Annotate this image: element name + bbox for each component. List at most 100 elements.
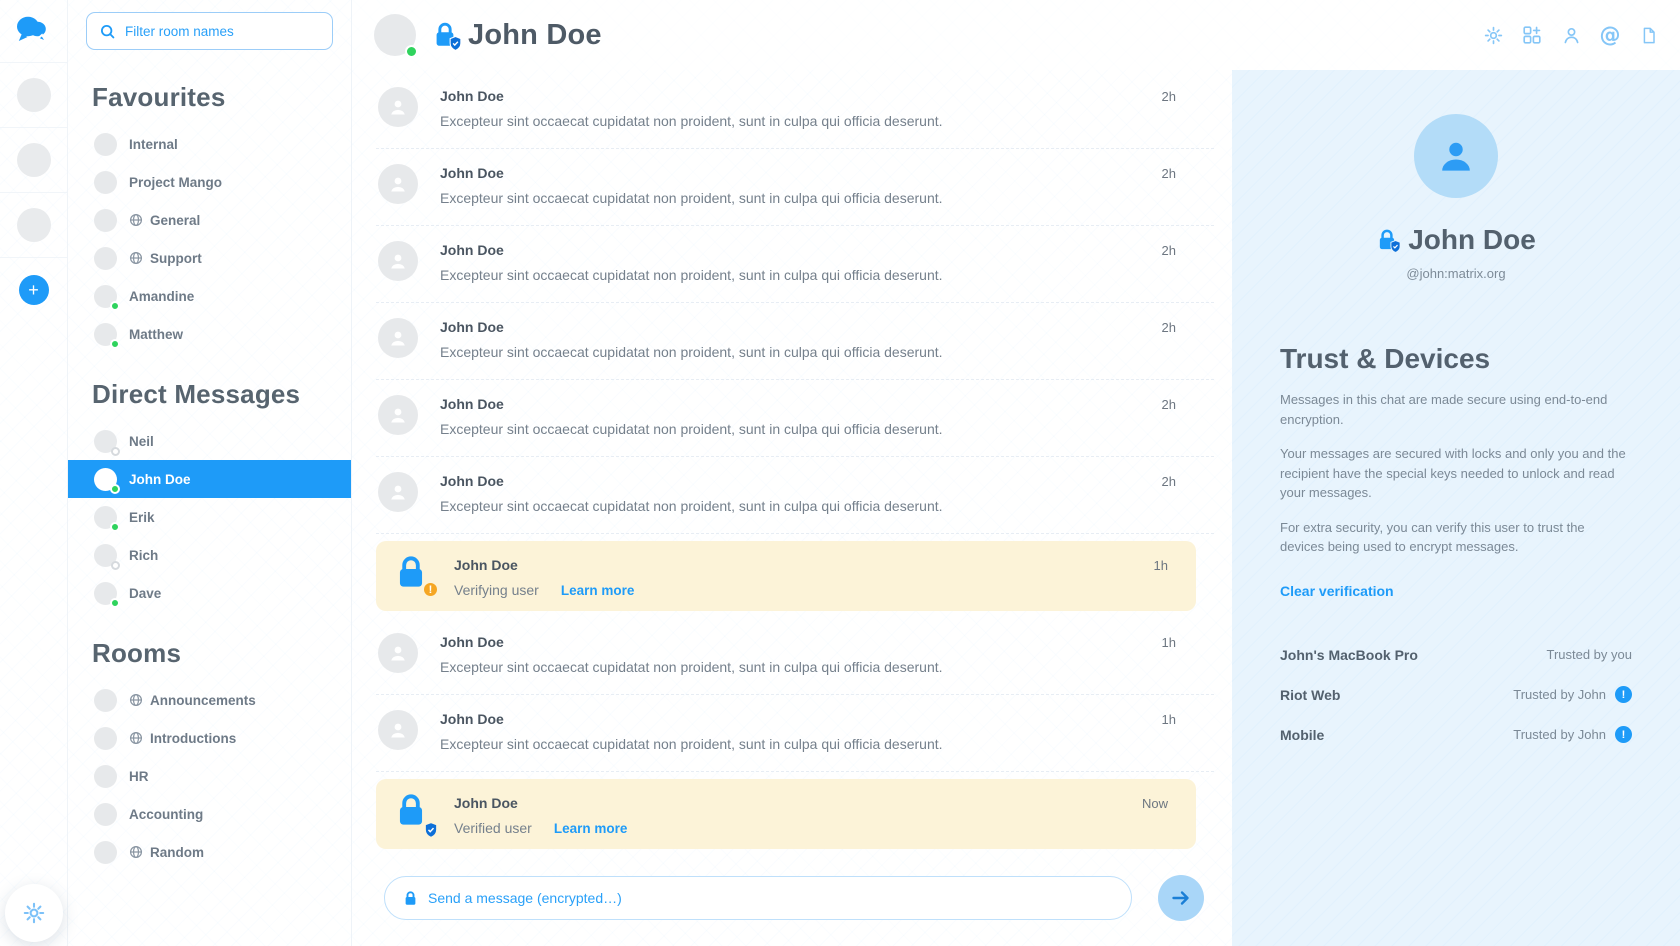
- presence-offline-dot: [111, 447, 120, 456]
- community-avatar-2[interactable]: [0, 127, 67, 192]
- members-button[interactable]: [1560, 24, 1582, 46]
- sidebar-item-general[interactable]: General: [68, 201, 351, 239]
- app-window: + Favourites Internal: [0, 0, 1680, 946]
- trust-paragraph: For extra security, you can verify this …: [1280, 518, 1632, 557]
- room-header: John Doe @: [352, 0, 1680, 70]
- verification-status: Verifying user: [454, 582, 539, 598]
- room-filter-input[interactable]: [125, 24, 320, 39]
- warning-badge-icon: !: [422, 581, 439, 598]
- learn-more-link[interactable]: Learn more: [561, 583, 635, 598]
- gear-icon: [22, 901, 46, 925]
- message-row[interactable]: John Doe Excepteur sint occaecat cupidat…: [376, 457, 1214, 534]
- add-community-button[interactable]: +: [19, 275, 49, 305]
- learn-more-link[interactable]: Learn more: [554, 821, 628, 836]
- avatar: [94, 544, 117, 567]
- at-icon: @: [1600, 23, 1621, 47]
- globe-icon: [129, 693, 143, 707]
- message-timestamp: 2h: [1162, 166, 1176, 181]
- avatar: [378, 710, 418, 750]
- presence-online-dot: [110, 598, 120, 608]
- sidebar-item-random[interactable]: Random: [68, 833, 351, 871]
- message-timestamp: 2h: [1162, 474, 1176, 489]
- sidebar-item-hr[interactable]: HR: [68, 757, 351, 795]
- message-row[interactable]: John Doe Excepteur sint occaecat cupidat…: [376, 72, 1214, 149]
- info-icon[interactable]: !: [1615, 726, 1632, 743]
- avatar: [94, 582, 117, 605]
- sidebar-item-accounting[interactable]: Accounting: [68, 795, 351, 833]
- message-row[interactable]: John Doe Excepteur sint occaecat cupidat…: [376, 303, 1214, 380]
- room-label: Random: [150, 845, 204, 860]
- avatar: [94, 171, 117, 194]
- device-name: Riot Web: [1280, 687, 1340, 703]
- avatar: [378, 241, 418, 281]
- section-title-direct-messages: Direct Messages: [68, 353, 351, 422]
- send-button[interactable]: [1158, 875, 1204, 921]
- app-logo[interactable]: [0, 0, 67, 62]
- sidebar-item-neil[interactable]: Neil: [68, 422, 351, 460]
- avatar: [94, 285, 117, 308]
- message-row[interactable]: John Doe Excepteur sint occaecat cupidat…: [376, 618, 1214, 695]
- message-list[interactable]: John Doe Excepteur sint occaecat cupidat…: [352, 70, 1232, 858]
- message-timestamp: 1h: [1162, 635, 1176, 650]
- add-widget-button[interactable]: [1521, 24, 1543, 46]
- sidebar-item-erik[interactable]: Erik: [68, 498, 351, 536]
- plus-icon: +: [28, 280, 39, 300]
- room-filter-box: [86, 12, 333, 50]
- search-icon: [99, 23, 116, 40]
- clear-verification-link[interactable]: Clear verification: [1280, 583, 1394, 599]
- avatar: [17, 143, 51, 177]
- sidebar-item-project-mango[interactable]: Project Mango: [68, 163, 351, 201]
- info-icon[interactable]: !: [1615, 686, 1632, 703]
- room-settings-button[interactable]: [1482, 24, 1504, 46]
- message-author: John Doe: [440, 473, 1150, 489]
- community-avatar-3[interactable]: [0, 192, 67, 257]
- device-trust-status: Trusted by you: [1546, 647, 1632, 662]
- message-row[interactable]: John Doe Excepteur sint occaecat cupidat…: [376, 695, 1214, 772]
- message-text: Excepteur sint occaecat cupidatat non pr…: [440, 498, 1150, 514]
- avatar: [378, 633, 418, 673]
- message-timestamp: 2h: [1162, 243, 1176, 258]
- message-text: Excepteur sint occaecat cupidatat non pr…: [440, 113, 1150, 129]
- room-title: John Doe: [468, 19, 602, 52]
- sidebar-item-support[interactable]: Support: [68, 239, 351, 277]
- room-label: Introductions: [150, 731, 236, 746]
- verified-lock-icon: [1376, 228, 1398, 252]
- globe-icon: [129, 845, 143, 859]
- room-label: Dave: [129, 586, 161, 601]
- sidebar-item-matthew[interactable]: Matthew: [68, 315, 351, 353]
- message-input[interactable]: [428, 890, 1113, 906]
- verified-event-row[interactable]: John Doe Verified user Learn more Now: [376, 779, 1196, 849]
- trust-devices-title: Trust & Devices: [1280, 343, 1632, 375]
- message-text: Excepteur sint occaecat cupidatat non pr…: [440, 344, 1150, 360]
- message-text: Excepteur sint occaecat cupidatat non pr…: [440, 190, 1150, 206]
- message-row[interactable]: John Doe Excepteur sint occaecat cupidat…: [376, 149, 1214, 226]
- trust-paragraph: Your messages are secured with locks and…: [1280, 444, 1632, 503]
- message-text: Excepteur sint occaecat cupidatat non pr…: [440, 421, 1150, 437]
- files-button[interactable]: [1638, 24, 1660, 46]
- sidebar-item-internal[interactable]: Internal: [68, 125, 351, 163]
- sidebar-item-announcements[interactable]: Announcements: [68, 681, 351, 719]
- sidebar-item-amandine[interactable]: Amandine: [68, 277, 351, 315]
- settings-fab-button[interactable]: [5, 884, 63, 942]
- presence-online-dot: [110, 522, 120, 532]
- room-label: Matthew: [129, 327, 183, 342]
- shield-badge-icon: [449, 36, 462, 51]
- mentions-button[interactable]: @: [1599, 24, 1621, 46]
- avatar: [94, 506, 117, 529]
- verification-event-row[interactable]: ! John Doe Verifying user Learn more 1h: [376, 541, 1196, 611]
- trust-paragraph: Messages in this chat are made secure us…: [1280, 390, 1632, 429]
- sidebar-item-dave[interactable]: Dave: [68, 574, 351, 612]
- room-sidebar: Favourites Internal Project Mango Genera…: [68, 0, 352, 946]
- sidebar-item-rich[interactable]: Rich: [68, 536, 351, 574]
- message-row[interactable]: John Doe Excepteur sint occaecat cupidat…: [376, 226, 1214, 303]
- room-avatar: [374, 14, 416, 56]
- message-author: John Doe: [440, 319, 1150, 335]
- message-row[interactable]: John Doe Excepteur sint occaecat cupidat…: [376, 380, 1214, 457]
- sidebar-item-introductions[interactable]: Introductions: [68, 719, 351, 757]
- globe-icon: [129, 213, 143, 227]
- sidebar-item-john-doe-selected[interactable]: John Doe: [68, 460, 351, 498]
- community-avatar-1[interactable]: [0, 62, 67, 127]
- file-icon: [1639, 25, 1659, 46]
- message-timestamp: 2h: [1162, 397, 1176, 412]
- message-author: John Doe: [440, 88, 1150, 104]
